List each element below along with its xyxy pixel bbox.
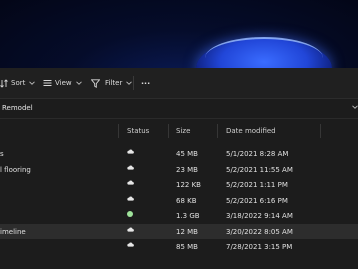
file-size: 122 KB [176, 181, 201, 189]
file-row[interactable]: 85 MB 7/28/2021 3:15 PM [0, 239, 358, 255]
column-divider[interactable] [168, 124, 169, 138]
filter-label: Filter [105, 79, 123, 87]
file-size: 12 MB [176, 227, 198, 236]
column-divider[interactable] [118, 124, 119, 138]
screen: Sort View Filter ··· Remodel Status Size… [0, 0, 358, 269]
column-divider[interactable] [320, 124, 321, 138]
filter-button[interactable]: Filter [91, 77, 133, 89]
cloud-icon [127, 180, 134, 185]
chevron-down-icon[interactable] [352, 105, 358, 109]
file-size: 23 MB [176, 165, 198, 174]
view-label: View [55, 79, 72, 87]
cloud-icon [127, 227, 134, 232]
chevron-down-icon [75, 81, 82, 85]
file-date-modified: 7/28/2021 3:15 PM [226, 243, 293, 251]
sort-icon [0, 78, 8, 88]
address-bar[interactable]: Remodel [0, 99, 358, 119]
wallpaper-bloom-rim [205, 37, 323, 68]
column-divider[interactable] [217, 124, 218, 138]
chevron-down-icon [29, 81, 36, 85]
desktop-wallpaper [0, 0, 358, 68]
filter-icon [91, 78, 100, 88]
file-row[interactable]: 122 KB 5/2/2021 1:11 PM [0, 177, 358, 193]
more-options-button[interactable]: ··· [141, 77, 150, 89]
synced-icon [127, 211, 133, 217]
breadcrumb-current-folder[interactable]: Remodel [2, 104, 33, 112]
file-date-modified: 3/18/2022 9:14 AM [226, 212, 293, 220]
column-headers: Status Size Date modified [0, 121, 358, 141]
file-name: s [0, 150, 4, 158]
column-header-size[interactable]: Size [176, 127, 190, 135]
file-date-modified: 5/2/2021 11:55 AM [226, 165, 293, 174]
cloud-icon [127, 149, 134, 154]
column-header-status[interactable]: Status [127, 127, 149, 135]
file-row-selected[interactable]: imeline 12 MB 3/20/2022 8:05 AM [0, 223, 358, 239]
file-row[interactable]: 68 KB 5/2/2021 6:16 PM [0, 193, 358, 209]
cloud-icon [127, 196, 134, 201]
file-name: l flooring [0, 165, 31, 174]
file-row[interactable]: l flooring 23 MB 5/2/2021 11:55 AM [0, 162, 358, 178]
toolbar-divider [133, 76, 134, 90]
cloud-icon [127, 242, 134, 247]
column-header-date-modified[interactable]: Date modified [226, 127, 276, 135]
sort-label: Sort [11, 79, 26, 87]
view-icon [43, 80, 52, 86]
file-row[interactable]: s 45 MB 5/1/2021 8:28 AM [0, 146, 358, 162]
file-row[interactable]: 1.3 GB 3/18/2022 9:14 AM [0, 208, 358, 224]
file-size: 1.3 GB [176, 212, 200, 220]
file-list: s 45 MB 5/1/2021 8:28 AM l flooring 23 M… [0, 146, 358, 255]
sort-button[interactable]: Sort [0, 77, 36, 89]
cloud-icon [127, 165, 134, 170]
file-date-modified: 3/20/2022 8:05 AM [226, 227, 293, 236]
more-options-label: ··· [141, 78, 151, 88]
file-size: 45 MB [176, 150, 198, 158]
file-size: 68 KB [176, 196, 197, 205]
file-explorer-window: Sort View Filter ··· Remodel Status Size… [0, 68, 358, 269]
file-size: 85 MB [176, 243, 198, 251]
view-button[interactable]: View [43, 77, 82, 89]
file-date-modified: 5/2/2021 6:16 PM [226, 196, 288, 205]
file-date-modified: 5/1/2021 8:28 AM [226, 150, 289, 158]
file-date-modified: 5/2/2021 1:11 PM [226, 181, 288, 189]
command-bar: Sort View Filter ··· [0, 68, 358, 99]
file-name: imeline [0, 227, 26, 236]
chevron-down-icon [126, 81, 133, 85]
